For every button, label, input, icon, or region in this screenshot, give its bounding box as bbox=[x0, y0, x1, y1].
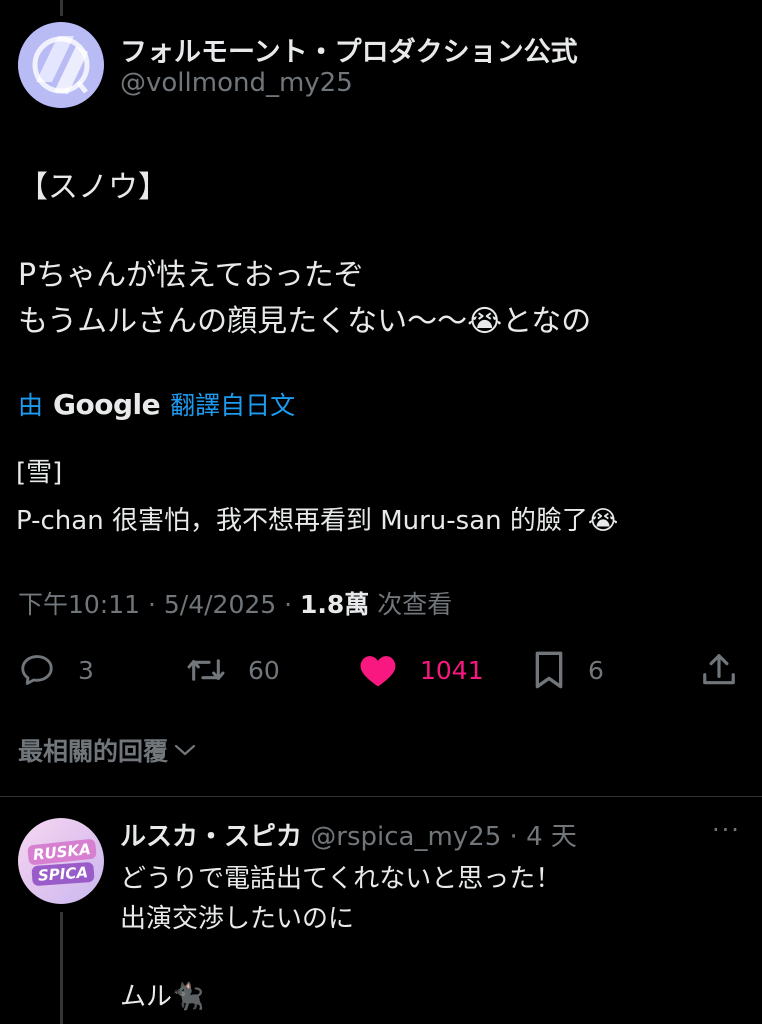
author-display-name[interactable]: フォルモーント・プロダクション公式 bbox=[120, 30, 578, 69]
view-count: 1.8萬 bbox=[300, 590, 370, 619]
translation-prefix: 由 bbox=[18, 391, 44, 420]
google-logo-text: Google bbox=[53, 387, 161, 421]
like-button[interactable]: 1041 bbox=[358, 648, 484, 692]
reply-text-line: ムル🐈‍⬛ bbox=[120, 982, 205, 1012]
view-count-label: 次查看 bbox=[369, 590, 453, 619]
reply-count: 3 bbox=[78, 655, 94, 685]
translated-text-line: [雪] bbox=[16, 458, 63, 488]
tweet-text-line: Pちゃんが怯えておったぞ bbox=[18, 258, 364, 293]
retweet-count: 60 bbox=[248, 655, 280, 685]
reply-handle-time[interactable]: @rspica_my25 · 4 天 bbox=[302, 822, 577, 852]
reply-button[interactable]: 3 bbox=[18, 648, 94, 692]
thread-connector-line bbox=[60, 0, 63, 16]
translation-attribution[interactable]: 由 Google 翻譯自日文 bbox=[18, 386, 295, 422]
tweet-timestamp[interactable]: 下午10:11 · 5/4/2025 · bbox=[18, 590, 300, 619]
reply-text-line: 出演交渉したいのに bbox=[120, 904, 355, 934]
bookmark-button[interactable]: 6 bbox=[532, 648, 604, 692]
divider bbox=[0, 796, 762, 797]
bookmark-count: 6 bbox=[588, 655, 604, 685]
retweet-button[interactable]: 60 bbox=[186, 648, 280, 692]
author-avatar[interactable] bbox=[18, 22, 104, 108]
retweet-icon bbox=[187, 659, 225, 681]
translation-suffix: 翻譯自日文 bbox=[170, 391, 296, 420]
author-handle[interactable]: @vollmond_my25 bbox=[120, 68, 353, 98]
more-options-icon[interactable]: ··· bbox=[712, 816, 741, 844]
tweet-text-line: 【スノウ】 bbox=[18, 170, 168, 205]
reply-author-avatar[interactable]: RUSKA SPICA bbox=[18, 818, 104, 904]
replies-sort-dropdown[interactable]: 最相關的回覆 bbox=[18, 732, 196, 768]
reply-text-line: どうりで電話出てくれないと思った！ bbox=[120, 864, 562, 894]
avatar-logo-icon bbox=[18, 22, 104, 108]
replies-sort-label: 最相關的回覆 bbox=[18, 737, 169, 766]
reply-thread-line bbox=[60, 912, 63, 1024]
reply-header: ルスカ・スピカ @rspica_my25 · 4 天 bbox=[120, 816, 577, 853]
like-count: 1041 bbox=[420, 655, 484, 685]
reply-icon bbox=[21, 655, 53, 685]
share-icon bbox=[703, 654, 735, 685]
heart-filled-icon bbox=[360, 656, 396, 687]
tweet-text-line: もうムルさんの顔見たくない〜〜😭となの bbox=[18, 304, 592, 339]
tweet-meta: 下午10:11 · 5/4/2025 · 1.8萬 次查看 bbox=[18, 585, 452, 621]
reply-display-name[interactable]: ルスカ・スピカ bbox=[120, 822, 302, 852]
bookmark-icon bbox=[535, 651, 563, 689]
chevron-down-icon bbox=[174, 744, 196, 756]
translated-text-line: P-chan 很害怕，我不想再看到 Muru-san 的臉了😭 bbox=[16, 506, 619, 536]
share-button[interactable] bbox=[700, 648, 738, 692]
avatar-logo-text: SPICA bbox=[31, 861, 95, 887]
